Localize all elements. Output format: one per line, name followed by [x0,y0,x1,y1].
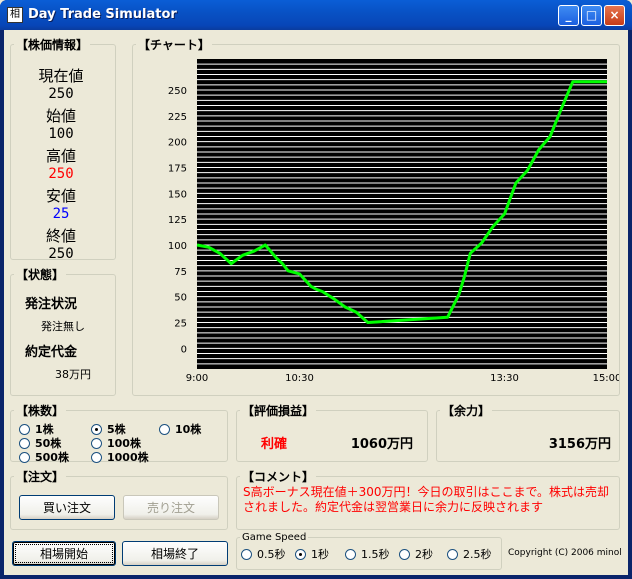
x-tick-label: 10:30 [285,373,314,384]
pnl-amount: 1060万円 [350,437,413,452]
shares-option-1000[interactable]: 1000株 [91,449,149,465]
chart-x-axis: 9:00 10:30 13:30 15:00 [186,373,619,384]
maximize-button[interactable]: □ [581,5,602,26]
buy-order-button[interactable]: 買い注文 [19,495,115,520]
radio-dot[interactable] [19,437,30,449]
capacity-group: 【余力】 3156万円 [436,402,620,462]
shares-title: 【株数】 [16,404,65,418]
status-title: 【状態】 [16,268,65,282]
title-bar[interactable]: 相 Day Trade Simulator _ □ × [0,0,632,30]
game-speed-group: Game Speed 0.5秒 1秒 1.5秒 2秒 2.5秒 [236,532,502,570]
radio-dot[interactable] [91,437,102,449]
speed-option-label: 0.5秒 [257,548,286,561]
high-price-label: 高値 [45,147,76,165]
low-price-value: 25 [52,206,70,222]
speed-option-1[interactable]: 1秒 [295,546,329,562]
y-tick-label: 200 [168,138,187,149]
speed-option-label: 1.5秒 [361,548,390,561]
market-end-button[interactable]: 相場終了 [122,541,228,566]
speed-option-label: 1秒 [311,548,329,561]
high-price-value: 250 [48,166,74,182]
pnl-title: 【評価損益】 [242,404,315,418]
current-price-value: 250 [48,86,74,102]
window-title: Day Trade Simulator [28,7,177,22]
shares-option-10[interactable]: 10株 [159,421,201,437]
comment-text: S高ボーナス現在値＋300万円！今日の取引はここまで。株式は売却されました。約定… [243,485,610,514]
capacity-amount: 3156万円 [548,437,611,452]
pnl-status: 利確 [261,437,288,452]
y-tick-label: 175 [168,164,187,175]
pnl-group: 【評価損益】 利確 1060万円 [236,402,428,462]
radio-dot[interactable] [91,423,102,435]
x-tick-label: 15:00 [593,373,619,384]
y-tick-label: 225 [168,112,187,123]
y-tick-label: 75 [174,267,187,278]
radio-dot[interactable] [19,423,30,435]
open-price-value: 100 [48,126,74,142]
contract-amount-value: 38万円 [55,368,91,381]
game-speed-title: Game Speed [242,532,307,543]
price-chart: 0 25 50 75 100 125 150 175 200 225 250 9:00 10:30 13… [168,59,619,384]
status-group: 【状態】 発注状況 発注無し 約定代金 38万円 [10,266,116,396]
shares-option-500[interactable]: 500株 [19,449,69,465]
shares-option-label: 10株 [175,423,202,436]
chart-title: 【チャート】 [138,38,210,52]
speed-option-label: 2.5秒 [463,548,492,561]
radio-dot[interactable] [241,548,252,560]
speed-option-0-5[interactable]: 0.5秒 [241,546,286,562]
comment-group: 【コメント】 S高ボーナス現在値＋300万円！今日の取引はここまで。株式は売却さ… [236,468,620,530]
client-area: 【株価情報】 現在値 250 始値 100 高値 250 安値 25 終値 25… [4,30,628,575]
radio-dot[interactable] [399,548,410,560]
close-button[interactable]: × [604,5,625,26]
chart-group: 【チャート】 0 25 50 75 100 125 150 175 200 225 250 9:00… [132,36,620,396]
copyright-text: Copyright (C) 2006 minol [508,548,622,558]
current-price-label: 現在値 [38,67,84,85]
radio-dot[interactable] [159,423,170,435]
order-title: 【注文】 [16,470,65,484]
y-tick-label: 25 [174,319,187,330]
market-start-button[interactable]: 相場開始 [12,541,116,566]
close-price-label: 終値 [45,227,76,245]
shares-option-label: 500株 [35,451,69,464]
order-status-value: 発注無し [41,320,85,333]
contract-amount-label: 約定代金 [25,345,78,360]
stock-info-group: 【株価情報】 現在値 250 始値 100 高値 250 安値 25 終値 25… [10,36,116,262]
capacity-title: 【余力】 [442,404,491,418]
radio-dot[interactable] [295,548,306,560]
app-icon: 相 [7,7,23,23]
radio-dot[interactable] [19,451,30,463]
radio-dot[interactable] [345,548,356,560]
order-group: 【注文】 買い注文 売り注文 [10,468,228,530]
stock-info-title: 【株価情報】 [16,38,89,52]
low-price-label: 安値 [45,187,76,205]
speed-option-label: 2秒 [415,548,433,561]
comment-title: 【コメント】 [242,470,315,484]
y-tick-label: 125 [168,215,187,226]
radio-dot[interactable] [91,451,102,463]
shares-option-label: 1000株 [107,451,149,464]
sell-order-button[interactable]: 売り注文 [123,495,219,520]
open-price-label: 始値 [45,107,76,125]
y-tick-label: 150 [168,189,187,200]
y-tick-label: 250 [168,86,187,97]
y-tick-label: 100 [168,241,187,252]
speed-option-1-5[interactable]: 1.5秒 [345,546,390,562]
chart-y-axis: 0 25 50 75 100 125 150 175 200 225 250 [168,86,187,355]
speed-option-2[interactable]: 2秒 [399,546,433,562]
x-tick-label: 13:30 [490,373,519,384]
shares-group: 【株数】 1株 5株 10株 50株 100株 500株 1000株 [10,402,228,465]
app-window: 相 Day Trade Simulator _ □ × 【株価情報】 現在値 2… [0,0,632,579]
radio-dot[interactable] [447,548,458,560]
close-price-value: 250 [48,246,74,262]
y-tick-label: 50 [174,293,187,304]
speed-option-2-5[interactable]: 2.5秒 [447,546,492,562]
minimize-button[interactable]: _ [558,5,579,26]
y-tick-label: 0 [181,344,187,355]
x-tick-label: 9:00 [186,373,208,384]
order-status-label: 発注状況 [25,297,78,312]
